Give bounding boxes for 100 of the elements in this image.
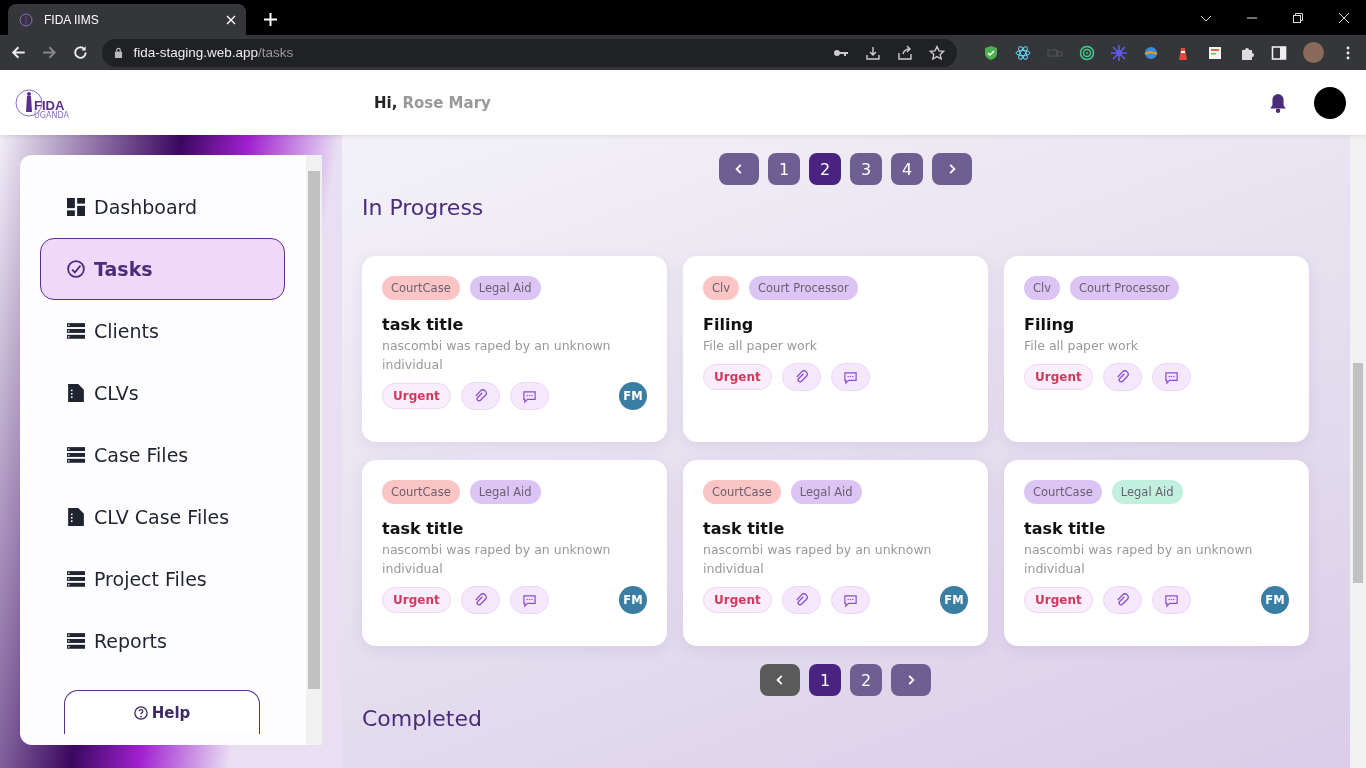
attachment-button[interactable]	[781, 363, 821, 391]
chat-icon	[842, 592, 858, 608]
sidebar-item[interactable]: Case Files	[40, 424, 285, 486]
card-title: task title	[382, 519, 465, 538]
reload-icon[interactable]	[71, 44, 89, 61]
shield-icon[interactable]	[983, 44, 999, 61]
browser-tab[interactable]: FIDA IIMS	[8, 4, 246, 35]
sidebar-item[interactable]: Reports	[40, 610, 285, 672]
forward-icon[interactable]	[40, 44, 58, 61]
chat-icon	[842, 369, 858, 385]
tag: CourtCase	[382, 276, 460, 300]
attachment-button[interactable]	[460, 382, 500, 410]
attachment-button[interactable]	[1102, 586, 1142, 614]
tag: Clv	[703, 276, 740, 300]
task-card[interactable]: CourtCase Legal Aid task title nascombi was raped by an unknown individual Urgent FM	[362, 256, 667, 442]
task-card[interactable]: Clv Court Processor Filing File all paper work Urgent	[683, 256, 988, 442]
list-icon	[67, 570, 85, 588]
document-icon[interactable]	[1207, 44, 1223, 61]
sun-icon[interactable]	[1111, 44, 1127, 61]
sidebar-item[interactable]: Tasks	[40, 238, 285, 300]
comment-button[interactable]	[830, 586, 870, 614]
card-description: nascombi was raped by an unknown individual	[1024, 541, 1254, 578]
task-card[interactable]: CourtCase Legal Aid task title nascombi was raped by an unknown individual Urgent FM	[1004, 460, 1309, 646]
scrollbar[interactable]	[306, 155, 322, 745]
paperclip-icon	[472, 592, 488, 608]
paperclip-icon	[793, 592, 809, 608]
attachment-button[interactable]	[1102, 363, 1142, 391]
help-icon	[133, 705, 148, 720]
profile-avatar[interactable]	[1303, 42, 1324, 63]
sidebar-item[interactable]: Project Files	[40, 548, 285, 610]
previous-page-button[interactable]	[719, 153, 759, 185]
page-button[interactable]: 3	[850, 153, 882, 185]
user-avatar[interactable]	[1314, 86, 1346, 119]
tag: CourtCase	[1024, 480, 1102, 504]
paperclip-icon	[472, 388, 488, 404]
tag: Court Processor	[749, 276, 858, 300]
scrollbar[interactable]	[1350, 135, 1366, 768]
help-button[interactable]: Help	[64, 690, 260, 734]
fida-logo[interactable]: FIDA UGANDA	[14, 85, 80, 120]
sidebar-item[interactable]: Clients	[40, 300, 285, 362]
close-icon[interactable]	[1338, 11, 1350, 24]
tag: Legal Aid	[469, 276, 541, 300]
tab-title: FIDA IIMS	[44, 12, 100, 27]
comment-button[interactable]	[830, 363, 870, 391]
priority-badge: Urgent	[1024, 587, 1093, 613]
plus-icon[interactable]	[264, 13, 277, 26]
check-circle-icon	[67, 260, 85, 278]
list-icon	[67, 632, 85, 650]
card-description: nascombi was raped by an unknown individual	[382, 541, 612, 578]
sidebar-icon[interactable]	[1271, 44, 1287, 61]
assignee-avatar: FM	[619, 382, 647, 410]
page-button[interactable]: 1	[768, 153, 800, 185]
section-title: In Progress	[362, 195, 485, 220]
priority-badge: Urgent	[703, 587, 772, 613]
card-description: File all paper work	[703, 337, 819, 355]
attachment-button[interactable]	[781, 586, 821, 614]
priority-badge: Urgent	[1024, 364, 1093, 390]
task-card[interactable]: Clv Court Processor Filing File all paper work Urgent	[1004, 256, 1309, 442]
next-page-button[interactable]	[891, 664, 931, 696]
page-button[interactable]: 2	[809, 153, 841, 185]
address-bar[interactable]: fida-staging.web.app/tasks	[102, 38, 957, 67]
globe-icon[interactable]	[1143, 44, 1159, 61]
dashboard-icon	[67, 198, 85, 216]
download-icon[interactable]	[865, 44, 881, 61]
card-title: task title	[1024, 519, 1107, 538]
comment-button[interactable]	[509, 382, 549, 410]
restore-icon[interactable]	[1292, 11, 1304, 24]
bell-icon[interactable]	[1269, 92, 1287, 113]
atom-icon[interactable]	[1015, 44, 1031, 61]
comment-button[interactable]	[1151, 363, 1191, 391]
lock-icon	[114, 47, 124, 58]
url-text: fida-staging.web.app/tasks	[133, 45, 294, 60]
chat-icon	[521, 388, 537, 404]
chat-icon	[1163, 369, 1179, 385]
page-button[interactable]: 4	[891, 153, 923, 185]
page-button[interactable]: 1	[809, 664, 841, 696]
sidebar-item[interactable]: Dashboard	[40, 187, 285, 227]
star-icon[interactable]	[929, 44, 945, 61]
sidebar-item[interactable]: CLV Case Files	[40, 486, 285, 548]
attachment-button[interactable]	[460, 586, 500, 614]
comment-button[interactable]	[509, 586, 549, 614]
card-description: nascombi was raped by an unknown individual	[382, 337, 612, 374]
card-description: File all paper work	[1024, 337, 1140, 355]
tag: Court Processor	[1070, 276, 1179, 300]
task-card[interactable]: CourtCase Legal Aid task title nascombi was raped by an unknown individual Urgent FM	[683, 460, 988, 646]
card-title: task title	[703, 519, 786, 538]
back-icon[interactable]	[10, 44, 27, 61]
target-icon[interactable]	[1079, 44, 1095, 61]
sidebar-item[interactable]: CLVs	[40, 362, 285, 424]
share-icon[interactable]	[897, 44, 913, 61]
next-page-button[interactable]	[932, 153, 972, 185]
tag: CourtCase	[703, 480, 781, 504]
greeting-text: Hi,	[374, 93, 398, 112]
page-button[interactable]: 2	[850, 664, 882, 696]
card-title: Filing	[1024, 315, 1076, 334]
comment-button[interactable]	[1151, 586, 1191, 614]
section-title: Completed	[362, 706, 483, 731]
task-card[interactable]: CourtCase Legal Aid task title nascombi was raped by an unknown individual Urgent FM	[362, 460, 667, 646]
card-title: Filing	[703, 315, 755, 334]
assignee-avatar: FM	[940, 586, 968, 614]
